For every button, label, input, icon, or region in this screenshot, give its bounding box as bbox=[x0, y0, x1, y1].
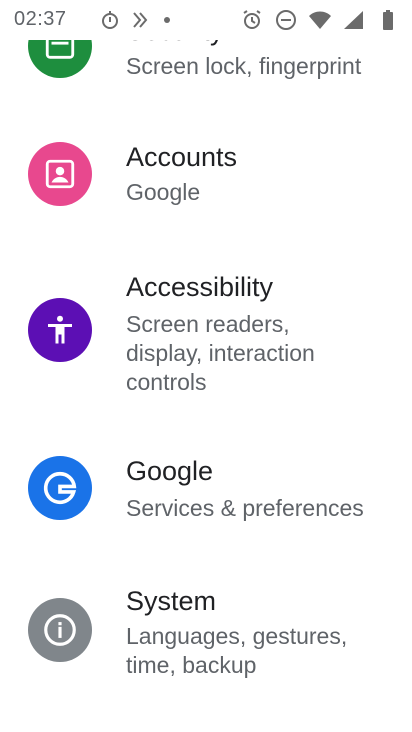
settings-item-subtitle: controls bbox=[126, 369, 207, 395]
wifi-icon bbox=[309, 11, 331, 29]
settings-item-system[interactable]: System Languages, gestures, time, backup bbox=[0, 580, 412, 700]
settings-item-accounts[interactable]: Accounts Google bbox=[0, 120, 412, 240]
settings-item-title: Accessibility bbox=[126, 272, 274, 302]
info-icon bbox=[44, 614, 76, 646]
alarm-icon bbox=[243, 10, 261, 29]
settings-item-subtitle: Languages, gestures, bbox=[126, 623, 348, 649]
account-box-icon bbox=[45, 159, 75, 189]
status-time: 02:37 bbox=[14, 8, 67, 30]
google-icon-circle bbox=[28, 456, 92, 520]
settings-item-subtitle: Google bbox=[126, 179, 201, 205]
google-g-icon bbox=[43, 471, 77, 505]
settings-item-title: Google bbox=[126, 456, 214, 486]
system-icon-circle bbox=[28, 598, 92, 662]
status-right-icons bbox=[240, 8, 400, 32]
missed-call-icon bbox=[133, 12, 148, 28]
settings-item-subtitle: Services & preferences bbox=[126, 495, 364, 521]
settings-item-title: System bbox=[126, 586, 217, 616]
accessibility-icon bbox=[48, 315, 72, 344]
settings-item-subtitle: time, backup bbox=[126, 652, 257, 678]
stopwatch-icon bbox=[102, 11, 118, 29]
do-not-disturb-icon bbox=[276, 10, 296, 30]
settings-item-subtitle: Screen lock, fingerprint bbox=[126, 53, 362, 79]
settings-item-subtitle: Screen readers, bbox=[126, 311, 290, 337]
accounts-icon-circle bbox=[28, 142, 92, 206]
settings-item-subtitle: display, interaction bbox=[126, 340, 315, 366]
settings-item-accessibility[interactable]: Accessibility Screen readers, display, i… bbox=[0, 260, 412, 420]
status-left-icons bbox=[98, 8, 170, 32]
settings-item-google[interactable]: Google Services & preferences bbox=[0, 440, 412, 560]
accessibility-icon-circle bbox=[28, 298, 92, 362]
signal-icon bbox=[344, 11, 363, 29]
battery-icon bbox=[383, 10, 393, 30]
notification-dot-icon bbox=[164, 17, 170, 23]
status-bar: 02:37 bbox=[0, 0, 412, 40]
settings-item-title: Accounts bbox=[126, 142, 238, 172]
